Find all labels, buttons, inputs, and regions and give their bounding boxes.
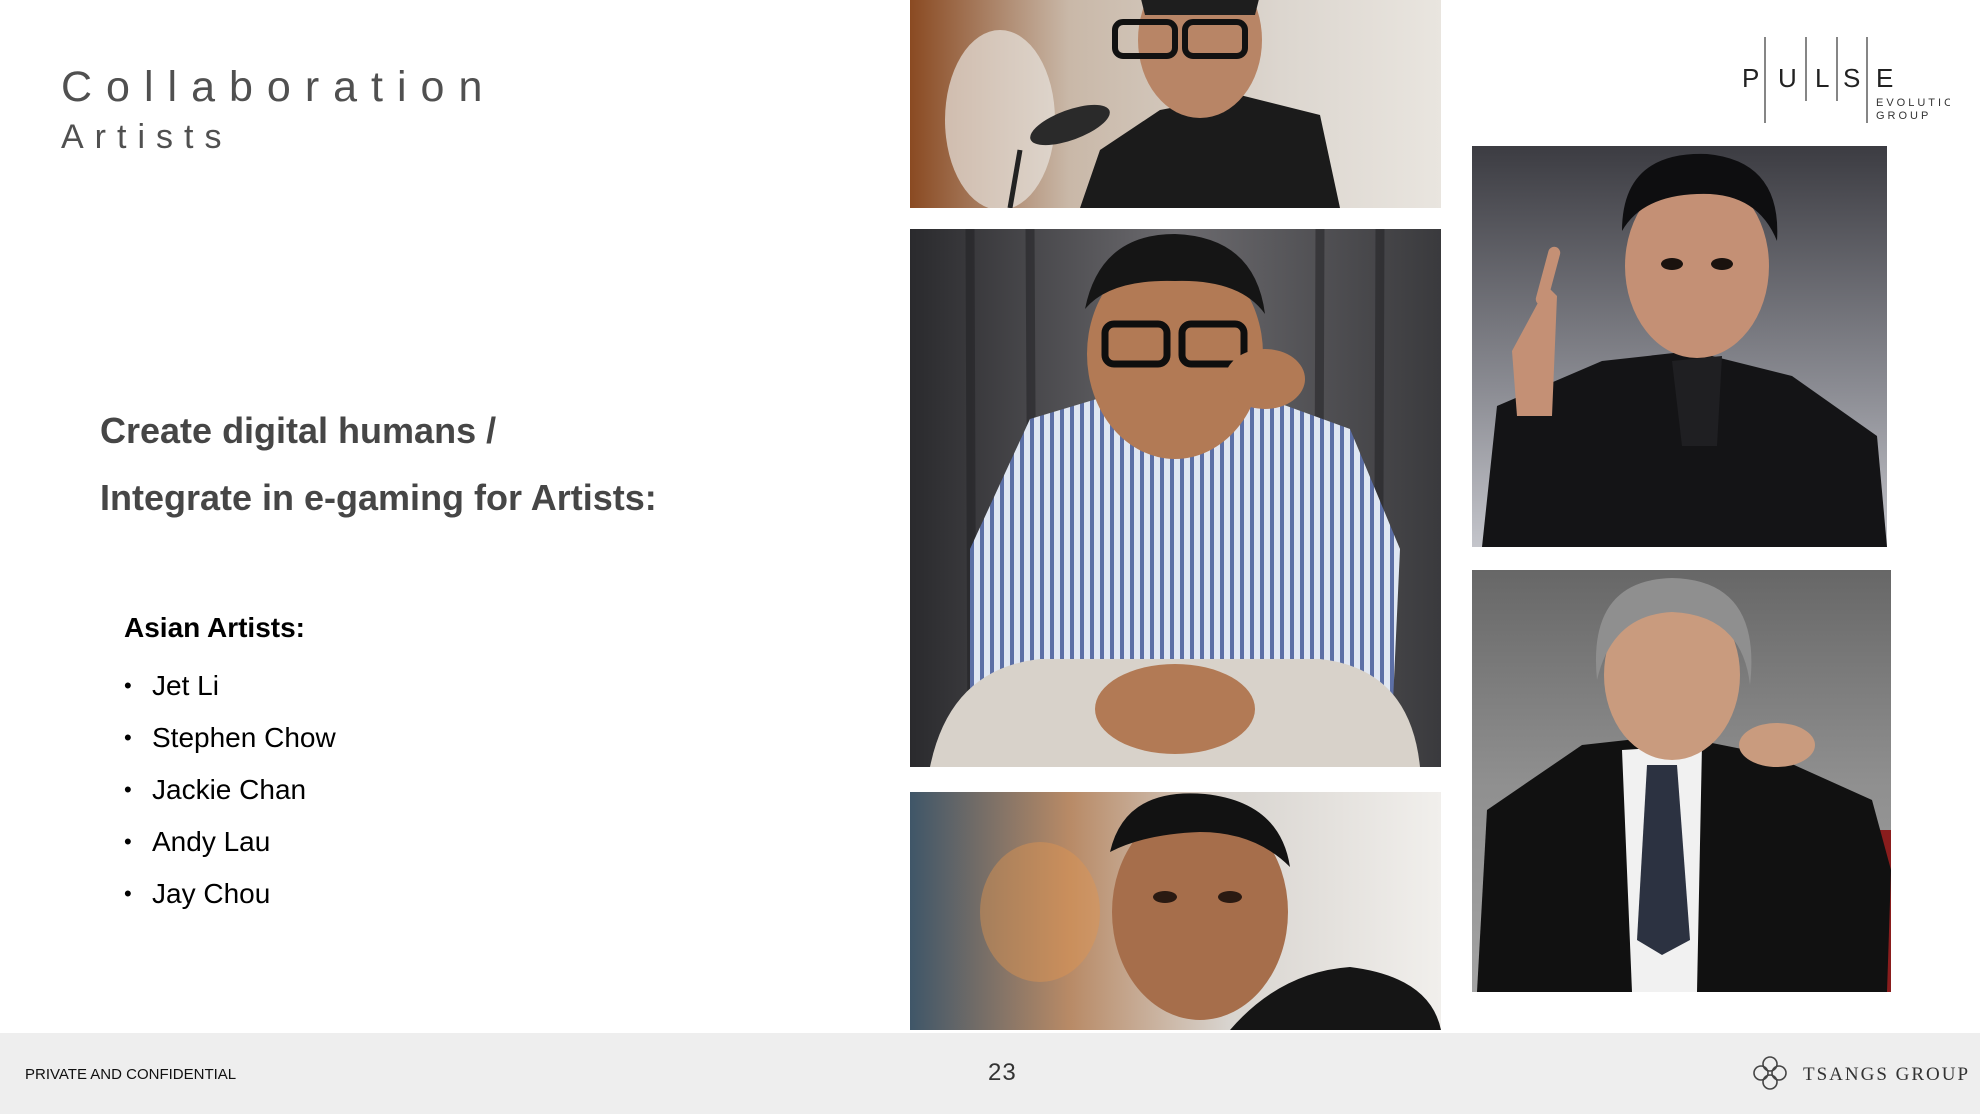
confidential-label: PRIVATE AND CONFIDENTIAL bbox=[25, 1066, 237, 1083]
list-item: • Jet Li bbox=[124, 660, 336, 712]
slide-title: Collaboration bbox=[61, 63, 497, 111]
page-number: 23 bbox=[988, 1059, 1017, 1086]
bullet-icon: • bbox=[124, 673, 132, 698]
artist-name: Andy Lau bbox=[152, 826, 271, 857]
footer: PRIVATE AND CONFIDENTIAL 23 TSANGS GROUP bbox=[0, 1033, 1980, 1114]
logo-evolution: EVOLUTION bbox=[1876, 97, 1950, 109]
pulse-logo: P U L S E EVOLUTION GROUP bbox=[1735, 35, 1964, 123]
slide-subtitle: Artists bbox=[61, 118, 233, 156]
list-item: • Stephen Chow bbox=[124, 712, 336, 764]
logo-letter: E bbox=[1876, 63, 1893, 93]
logo-letter: P bbox=[1742, 63, 1759, 93]
section-label: Asian Artists: bbox=[124, 612, 306, 643]
tsangs-logo-icon bbox=[1750, 1055, 1790, 1091]
artist-name: Stephen Chow bbox=[152, 722, 336, 753]
bullet-icon: • bbox=[124, 829, 132, 854]
heading-line-2: Integrate in e-gaming for Artists: bbox=[100, 477, 657, 518]
heading-line-1: Create digital humans / bbox=[100, 410, 497, 451]
bullet-icon: • bbox=[124, 777, 132, 802]
photo-jet-li bbox=[910, 0, 1441, 208]
logo-letter: S bbox=[1843, 63, 1860, 93]
artist-name: Jay Chou bbox=[152, 878, 271, 909]
bullet-icon: • bbox=[124, 725, 132, 750]
photo-jackie-chan bbox=[910, 229, 1441, 767]
photo-stephen-chow bbox=[1472, 570, 1891, 992]
list-item: • Jay Chou bbox=[124, 868, 336, 920]
artist-name: Jackie Chan bbox=[152, 774, 307, 805]
artist-list: • Jet Li • Stephen Chow • Jackie Chan • Andy… bbox=[124, 660, 336, 920]
logo-letter: U bbox=[1778, 63, 1797, 93]
photo-andy-lau bbox=[910, 792, 1441, 1030]
list-item: • Jackie Chan bbox=[124, 764, 336, 816]
bullet-icon: • bbox=[124, 881, 132, 906]
company-name: TSANGS GROUP bbox=[1803, 1064, 1971, 1085]
list-item: • Andy Lau bbox=[124, 816, 336, 868]
logo-group: GROUP bbox=[1876, 110, 1931, 122]
photo-jay-chou bbox=[1472, 146, 1887, 547]
artist-name: Jet Li bbox=[152, 670, 219, 701]
logo-letter: L bbox=[1815, 63, 1829, 93]
